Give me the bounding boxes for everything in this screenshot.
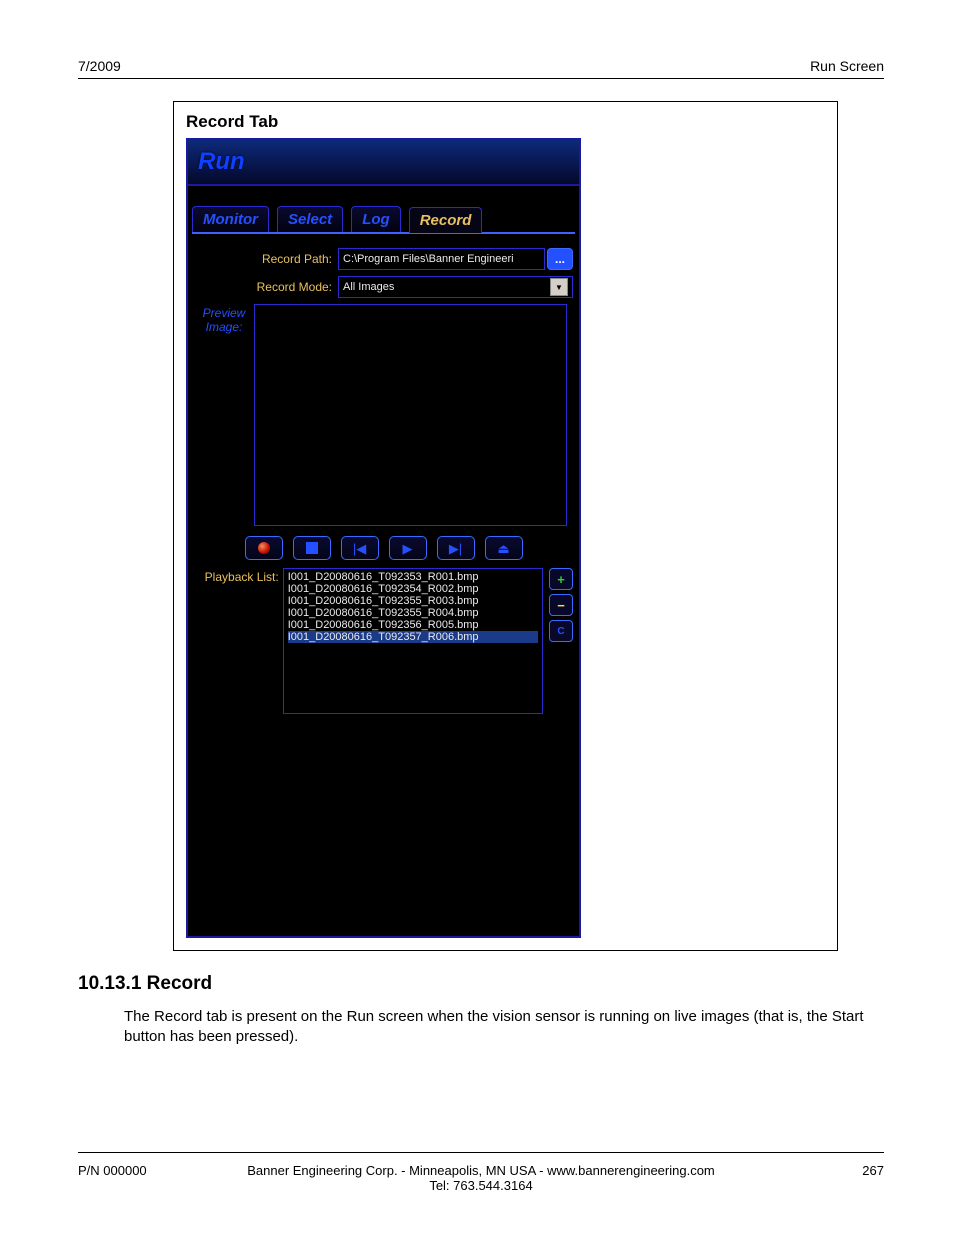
list-item[interactable]: I001_D20080616_T092355_R004.bmp <box>288 607 538 619</box>
playback-side-buttons: + − C <box>549 568 573 714</box>
record-button[interactable] <box>245 536 283 560</box>
playback-controls: |◀ ▶ ▶| ⏏ <box>194 536 573 560</box>
list-item[interactable]: I001_D20080616_T092356_R005.bmp <box>288 619 538 631</box>
footer-center-line2: Tel: 763.544.3164 <box>247 1178 715 1193</box>
section-heading: 10.13.1 Record <box>78 973 884 995</box>
list-item[interactable]: I001_D20080616_T092354_R002.bmp <box>288 583 538 595</box>
header-left: 7/2009 <box>78 58 121 74</box>
add-item-button[interactable]: + <box>549 568 573 590</box>
list-item[interactable]: I001_D20080616_T092353_R001.bmp <box>288 571 538 583</box>
eject-button[interactable]: ⏏ <box>485 536 523 560</box>
record-mode-select[interactable]: All Images ▼ <box>338 276 573 298</box>
footer-center-line1: Banner Engineering Corp. - Minneapolis, … <box>247 1163 715 1178</box>
tab-strip: Monitor Select Log Record <box>188 186 579 232</box>
list-item[interactable]: I001_D20080616_T092355_R003.bmp <box>288 595 538 607</box>
preview-image-area <box>254 304 567 526</box>
clear-list-button[interactable]: C <box>549 620 573 642</box>
figure-title: Record Tab <box>186 112 825 132</box>
app-window: Run Monitor Select Log Record Record Pat… <box>186 138 581 938</box>
figure-frame: Record Tab Run Monitor Select Log Record… <box>173 101 838 951</box>
record-icon <box>258 542 270 554</box>
stop-icon <box>306 542 318 554</box>
skip-back-icon: |◀ <box>353 542 366 555</box>
preview-label-line1: Preview <box>203 306 246 320</box>
eject-icon: ⏏ <box>497 542 509 555</box>
header-right: Run Screen <box>810 58 884 74</box>
play-button[interactable]: ▶ <box>389 536 427 560</box>
playback-list-label: Playback List: <box>194 568 283 714</box>
next-button[interactable]: ▶| <box>437 536 475 560</box>
tab-log[interactable]: Log <box>351 206 401 232</box>
play-icon: ▶ <box>403 542 413 555</box>
app-titlebar: Run <box>188 140 579 186</box>
record-path-input[interactable]: C:\Program Files\Banner Engineeri <box>338 248 545 270</box>
stop-button[interactable] <box>293 536 331 560</box>
skip-forward-icon: ▶| <box>449 542 462 555</box>
section-body: The Record tab is present on the Run scr… <box>124 1007 874 1048</box>
playback-list[interactable]: I001_D20080616_T092353_R001.bmp I001_D20… <box>283 568 543 714</box>
record-path-label: Record Path: <box>194 252 338 266</box>
prev-button[interactable]: |◀ <box>341 536 379 560</box>
footer-left: P/N 000000 <box>78 1163 247 1178</box>
remove-item-button[interactable]: − <box>549 594 573 616</box>
record-mode-label: Record Mode: <box>194 280 338 294</box>
app-title: Run <box>198 148 245 176</box>
preview-image-label: Preview Image: <box>194 304 254 526</box>
tab-record[interactable]: Record <box>409 207 483 233</box>
tab-select[interactable]: Select <box>277 206 343 232</box>
record-mode-value: All Images <box>343 281 394 293</box>
tab-monitor[interactable]: Monitor <box>192 206 269 232</box>
footer-page-number: 267 <box>715 1163 884 1178</box>
list-item[interactable]: I001_D20080616_T092357_R006.bmp <box>288 631 538 643</box>
preview-label-line2: Image: <box>206 320 243 334</box>
chevron-down-icon[interactable]: ▼ <box>550 278 568 296</box>
browse-button[interactable]: ... <box>547 248 573 270</box>
